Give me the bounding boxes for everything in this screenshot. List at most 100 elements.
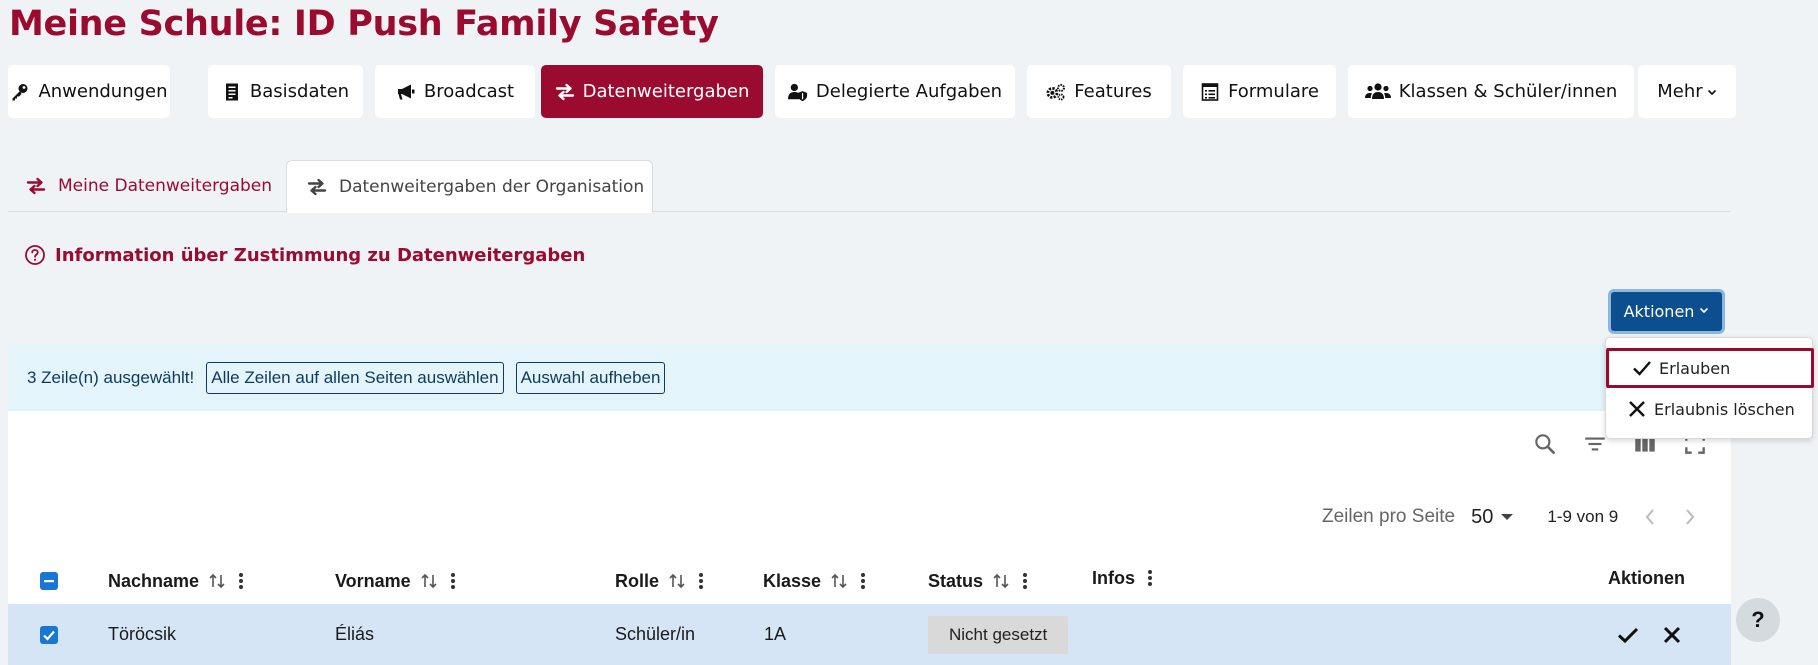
delete-row-button[interactable] [1660,623,1684,647]
row-checkbox[interactable] [40,625,58,644]
nav-label: Formulare [1228,81,1319,102]
cell-status: Nicht gesetzt [928,604,1069,665]
actions-label: Aktionen [1623,302,1695,321]
exchange-arrows-icon [555,82,575,102]
exchange-arrows-icon [307,177,329,197]
tab-label: Meine Datenweitergaben [58,176,273,196]
page-range: 1-9 von 9 [1547,507,1619,526]
select-all-pages-button[interactable]: Alle Zeilen auf allen Seiten auswählen [206,361,504,394]
nav-item-anwendungen[interactable]: Anwendungen [8,65,170,118]
column-menu-icon[interactable] [238,571,244,591]
allow-row-button[interactable] [1616,623,1640,647]
document-list-icon [222,82,242,102]
menu-item-label: Erlaubnis löschen [1654,399,1795,419]
nav-label: Anwendungen [38,81,168,102]
column-header-vorname: Vorname [335,563,456,599]
rows-per-page-value: 50 [1471,505,1494,528]
menu-item-erlauben[interactable]: Erlauben [1606,348,1814,388]
cell-role: Schüler/in [615,624,696,644]
chevron-down-icon [1699,305,1709,318]
nav-item-delegierte-aufgaben[interactable]: Delegierte Aufgaben [775,65,1015,118]
chevron-down-icon [1707,87,1717,97]
status-badge: Nicht gesetzt [928,615,1069,654]
row-checkbox-cell [40,604,58,665]
nav-item-features[interactable]: Features [1027,65,1171,118]
search-icon[interactable] [1532,431,1558,457]
nav-label: Broadcast [423,81,515,102]
check-icon [1631,357,1653,379]
column-header-rolle: Rolle [615,563,704,599]
cell-firstname: Éliás [335,624,375,644]
table-row[interactable]: Töröcsik Éliás Schüler/in 1A Nicht geset… [8,604,1731,665]
sort-icon[interactable] [208,572,226,590]
users-icon [1364,82,1391,102]
column-menu-icon[interactable] [698,571,704,591]
nav-item-broadcast[interactable]: Broadcast [375,65,535,118]
header-label: Aktionen [1608,567,1686,588]
selection-banner: 3 Zeile(n) ausgewählt! Alle Zeilen auf a… [8,344,1731,411]
close-icon [1663,626,1681,644]
menu-item-erlaubnis-loeschen[interactable]: Erlaubnis löschen [1606,389,1795,429]
help-button[interactable]: ? [1736,598,1780,642]
nav-item-datenweitergaben[interactable]: Datenweitergaben [541,65,763,118]
chevron-right-icon[interactable] [1684,506,1702,528]
column-header-aktionen: Aktionen [1608,560,1685,596]
info-link-label: Information über Zustimmung zu Datenweit… [55,244,586,266]
clear-selection-button[interactable]: Auswahl aufheben [515,361,666,394]
menu-item-label: Erlauben [1659,358,1731,378]
user-shield-icon [787,82,808,102]
sort-icon[interactable] [830,572,848,590]
consent-info-link[interactable]: Information über Zustimmung zu Datenweit… [24,241,585,269]
column-menu-icon[interactable] [860,571,866,591]
megaphone-icon [396,82,416,102]
gears-icon [1046,82,1066,102]
tab-datenweitergaben-organisation[interactable]: Datenweitergaben der Organisation [286,160,653,213]
tab-meine-datenweitergaben[interactable]: Meine Datenweitergaben [26,160,272,212]
nav-item-klassen-schueler[interactable]: Klassen & Schüler/innen [1348,65,1634,118]
header-label: Vorname [335,570,411,591]
nav-item-basisdaten[interactable]: Basisdaten [208,65,363,118]
pagination: Zeilen pro Seite 50 1-9 von 9 [1322,502,1702,532]
actions-dropdown-button[interactable]: Aktionen [1608,289,1725,334]
nav-label: Klassen & Schüler/innen [1398,81,1618,102]
nav-label: Datenweitergaben [582,81,750,102]
close-icon [1626,398,1648,420]
nav-item-formulare[interactable]: Formulare [1183,65,1336,118]
column-header-nachname: Nachname [108,563,244,599]
subtab-bar: Meine Datenweitergaben Datenweitergaben … [8,160,1731,213]
chevron-left-icon[interactable] [1644,506,1662,528]
caret-down-icon [1501,514,1514,520]
select-all-checkbox-cell [40,563,58,599]
selection-count: 3 Zeile(n) ausgewählt! [27,367,195,387]
select-all-checkbox[interactable] [40,572,58,590]
check-icon [1617,627,1639,644]
tab-label: Datenweitergaben der Organisation [339,177,645,197]
rows-per-page-label: Zeilen pro Seite [1322,506,1456,527]
sort-icon[interactable] [668,572,686,590]
key-icon [10,82,30,102]
rows-per-page-select[interactable]: 50 [1471,505,1514,529]
sort-icon[interactable] [992,572,1010,590]
actions-dropdown-menu: Erlauben Erlaubnis löschen [1605,337,1814,439]
question-circle-icon [24,244,46,266]
column-menu-icon[interactable] [450,571,456,591]
cell-lastname: Töröcsik [108,624,177,644]
header-label: Nachname [108,570,200,591]
sort-icon[interactable] [420,572,438,590]
nav-label: Delegierte Aufgaben [815,81,1003,102]
column-header-klasse: Klasse [763,563,866,599]
nav-label: Basisdaten [249,81,350,102]
page-title: Meine Schule: ID Push Family Safety [9,4,719,44]
nav-label: Features [1074,81,1152,102]
header-label: Status [928,570,984,591]
form-icon [1200,82,1220,102]
nav-more-button[interactable]: Mehr [1638,65,1736,118]
data-table-card: 3 Zeile(n) ausgewählt! Alle Zeilen auf a… [8,344,1731,665]
column-header-infos: Infos [1092,560,1153,596]
column-header-status: Status [928,563,1028,599]
nav-more-label: Mehr [1657,81,1703,102]
column-menu-icon[interactable] [1022,571,1028,591]
exchange-arrows-icon [26,176,48,196]
header-label: Klasse [763,570,822,591]
column-menu-icon[interactable] [1147,568,1153,588]
